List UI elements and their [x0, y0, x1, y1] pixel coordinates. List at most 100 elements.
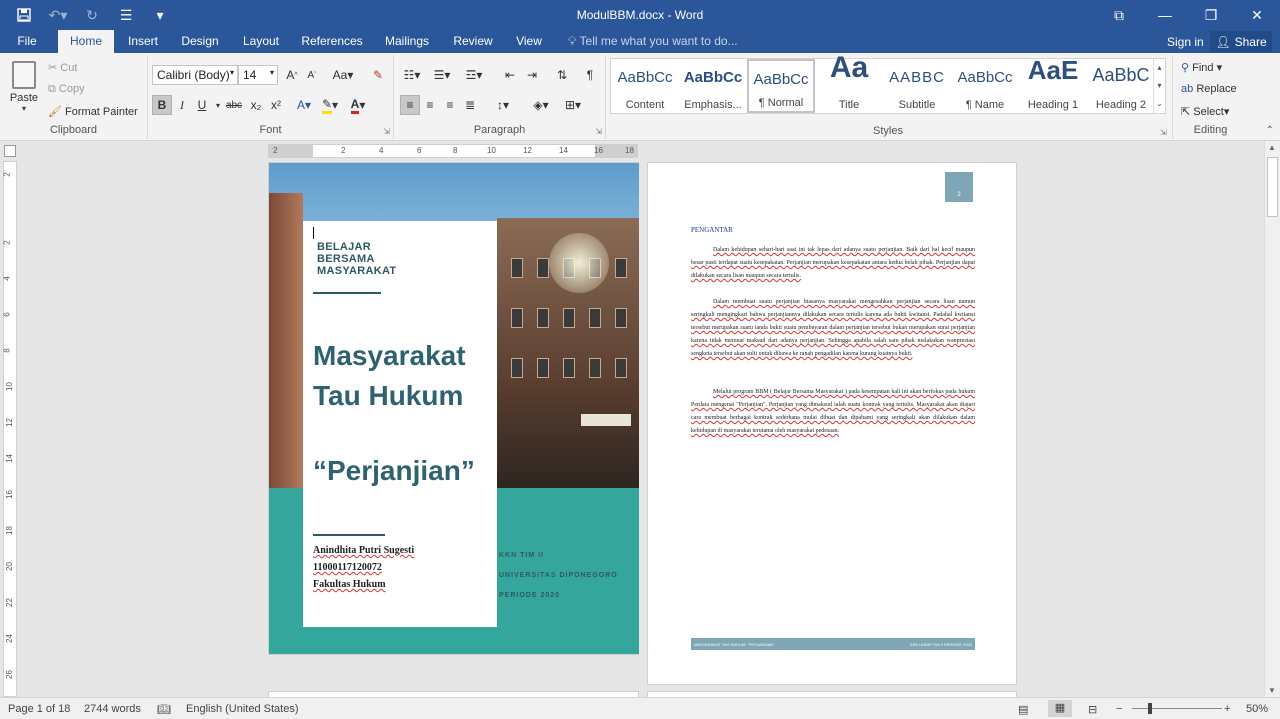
style-preview: AABBC	[889, 69, 945, 86]
justify-icon[interactable]: ≣	[460, 95, 480, 115]
page-two[interactable]: 2 PENGANTAR Dalam kehidupan sehari-hari …	[647, 162, 1017, 685]
print-layout-icon[interactable]: ▦	[1048, 700, 1072, 717]
font-color-button[interactable]: A ▾	[348, 95, 368, 115]
text-effects-icon[interactable]: A▾	[294, 95, 314, 115]
increase-indent-icon[interactable]: ⇥	[522, 65, 542, 85]
multilevel-list-icon[interactable]: ☲▾	[460, 65, 488, 85]
tab-layout[interactable]: Layout	[236, 30, 286, 53]
zoom-out-icon[interactable]: −	[1116, 703, 1122, 715]
zoom-slider-thumb[interactable]	[1148, 703, 1152, 714]
change-case-button[interactable]: Aa ▾	[328, 65, 358, 85]
proofing-icon[interactable]: 📖︎	[157, 703, 171, 716]
style-name-style[interactable]: AaBbCc ¶ Name	[951, 59, 1019, 113]
scroll-up-icon[interactable]: ▲	[1268, 143, 1276, 152]
tab-selector-icon[interactable]	[4, 145, 16, 157]
style-preview: AaBbCc	[617, 69, 673, 86]
style-content[interactable]: AaBbCc Content	[611, 59, 679, 113]
tab-review[interactable]: Review	[448, 30, 498, 53]
borders-icon[interactable]: ⊞▾	[560, 95, 586, 115]
style-title[interactable]: Aa Title	[815, 51, 883, 113]
paragraph-dialog-launcher-icon[interactable]: ⇲	[595, 127, 602, 136]
highlight-color-icon[interactable]: ✎ ▾	[320, 95, 340, 115]
tell-me-box[interactable]: 💡︎ Tell me what you want to do...	[568, 34, 738, 49]
shrink-font-button[interactable]: Aˇ	[302, 65, 322, 85]
share-button[interactable]: 👤︎ Share	[1210, 31, 1272, 52]
font-group: Calibri (Body) ▾ 14 ▾ A ^ Aˇ Aa ▾ ✎ B I U ▾ …	[148, 55, 394, 139]
cover-page[interactable]: KKN TIM II UNIVERSITAS DIPONEGORO PERIOD…	[268, 162, 639, 655]
restore-icon[interactable]: ❐	[1188, 0, 1234, 30]
close-icon[interactable]: ✕	[1234, 0, 1280, 30]
style-subtitle[interactable]: AABBC Subtitle	[883, 59, 951, 113]
cover-kkn-line: KKN TIM II	[499, 552, 544, 559]
format-painter-button[interactable]: 🖌︎ Format Painter	[48, 105, 138, 118]
decrease-indent-icon[interactable]: ⇤	[500, 65, 520, 85]
strikethrough-button[interactable]: abc	[224, 95, 244, 115]
copy-label: Copy	[58, 83, 85, 95]
read-mode-icon[interactable]: ▤	[1018, 703, 1028, 716]
vertical-scrollbar[interactable]: ▲ ▼	[1264, 141, 1280, 697]
ribbon-display-icon[interactable]: ⧉	[1096, 0, 1142, 30]
vertical-ruler[interactable]: 2 2 4 6 8 10 12 14 16 18 20 22 24 26	[3, 161, 17, 697]
styles-gallery: AaBbCc Content AaBbCc Emphasis... AaBbCc ¶ …	[610, 51, 1166, 114]
sort-icon[interactable]: ⇅	[552, 65, 572, 85]
paragraph: Dalam kehidupan sehari-hari saat ini tak…	[691, 247, 975, 279]
italic-button[interactable]: I	[172, 95, 192, 115]
tab-file[interactable]: File	[8, 30, 46, 53]
shading-icon[interactable]: ◈▾	[528, 95, 554, 115]
word-count[interactable]: 2744 words	[84, 703, 141, 715]
collapse-ribbon-icon[interactable]: ⌃	[1266, 125, 1274, 136]
style-name: Heading 2	[1095, 99, 1147, 111]
horizontal-ruler[interactable]: 2 2 4 6 8 10 12 14 16 18	[268, 144, 638, 158]
zoom-slider[interactable]	[1132, 708, 1222, 709]
numbering-icon[interactable]: ☰▾	[430, 65, 454, 85]
status-bar: Page 1 of 18 2744 words 📖︎ English (Unit…	[0, 697, 1280, 719]
web-layout-icon[interactable]: ⊟	[1088, 703, 1097, 716]
show-formatting-icon[interactable]: ¶	[580, 65, 600, 85]
tab-home[interactable]: Home	[58, 30, 114, 53]
paste-button[interactable]: Paste ▾	[8, 61, 40, 113]
tab-view[interactable]: View	[508, 30, 550, 53]
find-button[interactable]: ⚲ Find ▾	[1181, 61, 1222, 74]
styles-scroll[interactable]: ▴ ▾ ⌄	[1153, 59, 1165, 113]
align-right-icon[interactable]: ≡	[440, 95, 460, 115]
clear-formatting-icon[interactable]: ✎	[368, 65, 388, 85]
copy-button[interactable]: ⧉ Copy	[48, 83, 85, 96]
styles-dialog-launcher-icon[interactable]: ⇲	[1160, 128, 1167, 137]
page-count[interactable]: Page 1 of 18	[8, 703, 70, 715]
style-heading-2[interactable]: AaBbC Heading 2	[1087, 59, 1155, 113]
tab-design[interactable]: Design	[176, 30, 224, 53]
subscript-button[interactable]: x₂	[246, 95, 266, 115]
language-indicator[interactable]: English (United States)	[186, 703, 299, 715]
replace-button[interactable]: ab Replace	[1181, 83, 1237, 95]
style-preview: AaBbCc	[683, 69, 743, 86]
style-preview: Aa	[829, 51, 869, 84]
align-center-icon[interactable]: ≡	[420, 95, 440, 115]
chevron-down-icon: ▾	[269, 68, 274, 77]
scrollbar-thumb[interactable]	[1267, 157, 1278, 217]
sign-in-link[interactable]: Sign in	[1167, 35, 1204, 49]
minimize-icon[interactable]: —	[1142, 0, 1188, 30]
zoom-in-icon[interactable]: +	[1224, 703, 1230, 715]
font-name-select[interactable]: Calibri (Body) ▾	[152, 65, 238, 85]
superscript-button[interactable]: x²	[266, 95, 286, 115]
tagline-line: MASYARAKAT	[317, 265, 397, 277]
font-dialog-launcher-icon[interactable]: ⇲	[383, 127, 390, 136]
align-left-icon[interactable]: ≡	[400, 95, 420, 115]
cut-button[interactable]: ✂︎ Cut	[48, 61, 77, 74]
zoom-level[interactable]: 50%	[1246, 703, 1268, 715]
select-button[interactable]: ⇱ Select▾	[1181, 105, 1229, 118]
grow-font-button[interactable]: A ^	[282, 65, 302, 85]
font-size-select[interactable]: 14 ▾	[238, 65, 278, 85]
tab-references[interactable]: References	[298, 30, 366, 53]
style-heading-1[interactable]: AaE Heading 1	[1019, 55, 1087, 113]
line-spacing-icon[interactable]: ↕▾	[490, 95, 516, 115]
bold-button[interactable]: B	[152, 95, 172, 115]
style-emphasis[interactable]: AaBbCc Emphasis...	[679, 59, 747, 113]
style-normal[interactable]: AaBbCc ¶ Normal	[747, 59, 815, 113]
footer-right: KKN UNDIP TIM II PERIODE 2020	[909, 641, 972, 647]
scroll-down-icon[interactable]: ▼	[1268, 686, 1276, 695]
bullets-icon[interactable]: ☷▾	[400, 65, 424, 85]
tab-mailings[interactable]: Mailings	[378, 30, 436, 53]
tab-insert[interactable]: Insert	[120, 30, 166, 53]
ruler-tick: 4	[2, 276, 12, 281]
